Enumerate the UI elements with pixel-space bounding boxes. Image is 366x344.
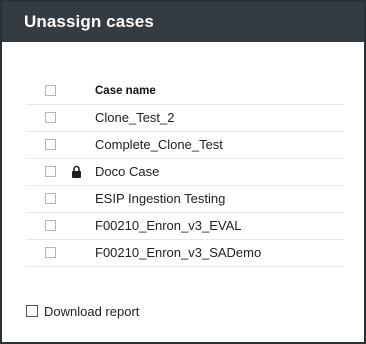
table-row: F00210_Enron_v3_EVAL	[26, 213, 344, 240]
download-report-checkbox[interactable]	[26, 305, 38, 317]
case-name: Complete_Clone_Test	[95, 137, 223, 152]
download-report-label: Download report	[44, 303, 140, 319]
case-checkbox[interactable]	[45, 139, 56, 150]
column-header-case-name: Case name	[95, 85, 156, 97]
case-name: F00210_Enron_v3_SADemo	[95, 245, 262, 260]
dialog-header: Unassign cases	[2, 2, 364, 42]
table-row: F00210_Enron_v3_SADemo	[26, 240, 344, 267]
table-row: Clone_Test_2	[26, 105, 344, 132]
download-report-option[interactable]: Download report	[26, 302, 139, 320]
cases-table: Case name Clone_Test_2 Complete_Clone_Te…	[26, 78, 344, 267]
case-checkbox[interactable]	[45, 220, 56, 231]
table-row: ESIP Ingestion Testing	[26, 186, 344, 213]
case-name: ESIP Ingestion Testing	[95, 191, 226, 206]
case-checkbox[interactable]	[45, 112, 56, 123]
dialog-title: Unassign cases	[24, 12, 154, 31]
case-name: Doco Case	[95, 164, 160, 179]
lock-icon	[72, 165, 81, 178]
case-name: F00210_Enron_v3_EVAL	[95, 218, 242, 233]
unassign-cases-dialog: Unassign cases Case name Clone_Test_2 Co…	[0, 0, 366, 344]
case-name: Clone_Test_2	[95, 110, 175, 125]
table-row: Doco Case	[26, 159, 344, 186]
table-header-row: Case name	[26, 78, 344, 105]
case-checkbox[interactable]	[45, 247, 56, 258]
select-all-checkbox[interactable]	[45, 85, 56, 96]
case-checkbox[interactable]	[45, 166, 56, 177]
table-row: Complete_Clone_Test	[26, 132, 344, 159]
case-checkbox[interactable]	[45, 193, 56, 204]
